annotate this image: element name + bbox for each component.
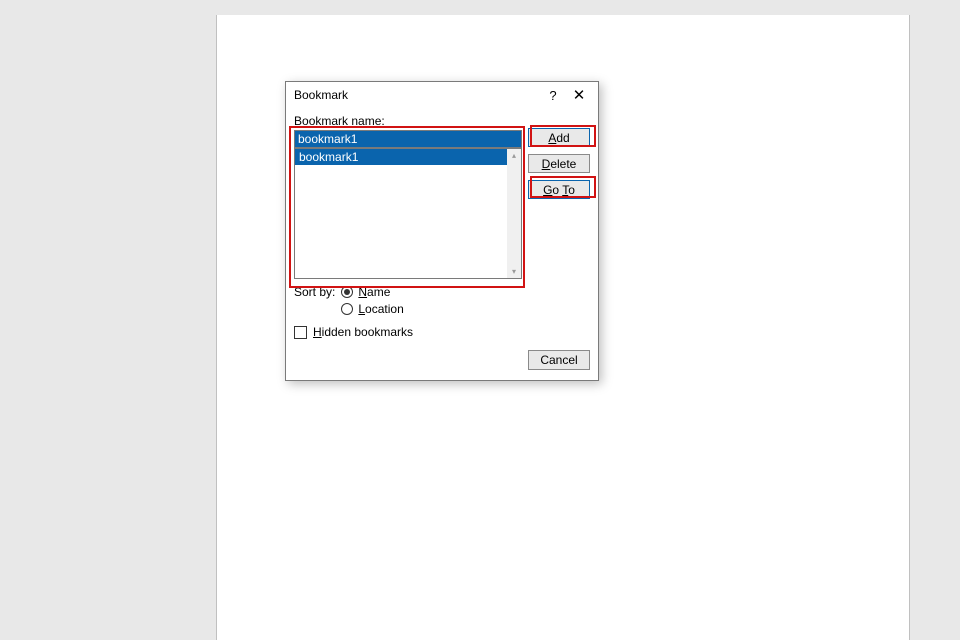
radio-label: Name (358, 285, 390, 299)
radio-label: Location (358, 302, 403, 316)
dialog-titlebar[interactable]: Bookmark ? ✕ (286, 82, 598, 108)
delete-button[interactable]: Delete (528, 154, 590, 173)
sort-by-row: Sort by: Name Location (294, 285, 522, 316)
bookmark-name-label: Bookmark name: (294, 114, 522, 128)
scrollbar[interactable]: ▴ ▾ (507, 149, 521, 278)
cancel-button[interactable]: Cancel (528, 350, 590, 370)
bookmark-list[interactable]: bookmark1 ▴ ▾ (294, 148, 522, 279)
dialog-footer: Cancel (294, 350, 590, 370)
button-column: Add Delete Go To (528, 128, 590, 199)
goto-button[interactable]: Go To (528, 180, 590, 199)
sort-radio-name[interactable]: Name (341, 285, 403, 299)
hidden-bookmarks-row[interactable]: Hidden bookmarks (294, 325, 522, 339)
close-button[interactable]: ✕ (566, 84, 592, 106)
hidden-bookmarks-label: Hidden bookmarks (313, 325, 413, 339)
left-column: Bookmark name: bookmark1 ▴ ▾ Sort by: Na… (294, 114, 522, 370)
scroll-up-icon[interactable]: ▴ (512, 149, 516, 162)
checkbox-icon[interactable] (294, 326, 307, 339)
bookmark-list-inner: bookmark1 (295, 149, 521, 165)
help-button[interactable]: ? (540, 84, 566, 106)
sort-by-label: Sort by: (294, 285, 335, 299)
radio-icon (341, 286, 353, 298)
sort-radio-location[interactable]: Location (341, 302, 403, 316)
list-item[interactable]: bookmark1 (295, 149, 507, 165)
radio-icon (341, 303, 353, 315)
bookmark-name-input[interactable] (294, 130, 522, 148)
scroll-down-icon[interactable]: ▾ (512, 265, 516, 278)
dialog-title: Bookmark (294, 88, 540, 102)
sort-radio-group: Name Location (341, 285, 403, 316)
add-button[interactable]: Add (528, 128, 590, 147)
bookmark-dialog: Bookmark ? ✕ Bookmark name: bookmark1 ▴ … (285, 81, 599, 381)
dialog-body: Bookmark name: bookmark1 ▴ ▾ Sort by: Na… (286, 108, 598, 380)
